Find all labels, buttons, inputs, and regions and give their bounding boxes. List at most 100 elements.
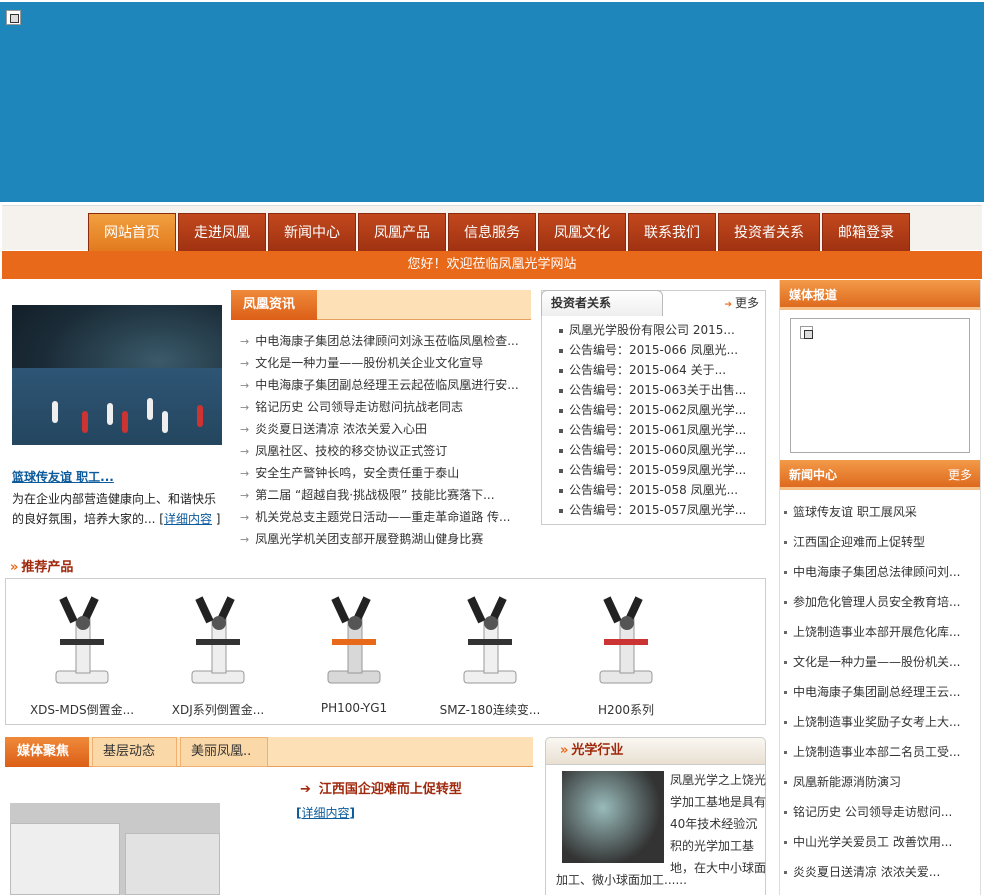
list-item[interactable]: 中电海康子集团总法律顾问刘...	[784, 557, 978, 587]
list-item[interactable]: → 炎炎夏日送清凉 浓浓关爱入心田	[240, 418, 525, 440]
bullet-icon	[784, 841, 787, 844]
optics-industry-header: » 光学行业	[545, 737, 766, 765]
nav-item[interactable]: 信息服务	[448, 213, 536, 251]
microscope-icon	[191, 596, 245, 684]
nav-item[interactable]: 邮箱登录	[822, 213, 910, 251]
list-item-text: 公告编号：2015-066 凤凰光...	[569, 343, 739, 357]
bullet-icon	[559, 368, 563, 373]
arrow-right-icon: →	[240, 357, 250, 370]
tab-grassroots[interactable]: 基层动态	[92, 737, 177, 767]
list-item[interactable]: 参加危化管理人员安全教育培...	[784, 587, 978, 617]
player-figure	[52, 401, 58, 423]
list-item[interactable]: 公告编号：2015-057凤凰光学...	[559, 500, 746, 520]
broken-image-icon	[6, 10, 21, 25]
list-item[interactable]: 公告编号：2015-060凤凰光学...	[559, 440, 746, 460]
recommended-products-title: » 推荐产品	[10, 556, 73, 575]
bullet-icon	[559, 448, 563, 453]
list-item[interactable]: → 安全生产警钟长鸣，安全责任重于泰山	[240, 462, 525, 484]
lenses-photo[interactable]	[562, 771, 664, 863]
list-item[interactable]: 公告编号：2015-066 凤凰光...	[559, 340, 746, 360]
list-item[interactable]: 公告编号：2015-062凤凰光学...	[559, 400, 746, 420]
list-item[interactable]: → 中电海康子集团副总经理王云起莅临凤凰进行安...	[240, 374, 525, 396]
list-item[interactable]: 篮球传友谊 职工展风采	[784, 497, 978, 527]
investor-more-text: 更多	[734, 296, 759, 310]
list-item-text: 篮球传友谊 职工展风采	[793, 505, 917, 519]
list-item[interactable]: 凤凰光学股份有限公司 2015...	[559, 320, 746, 340]
bullet-icon	[784, 661, 787, 664]
list-item[interactable]: 凤凰新能源消防演习	[784, 767, 978, 797]
tab-phoenix-news[interactable]: 凤凰资讯	[231, 290, 317, 320]
list-item[interactable]: 公告编号：2015-058 凤凰光...	[559, 480, 746, 500]
list-item-text: 中电海康子集团总法律顾问刘...	[793, 565, 961, 579]
investor-more-link[interactable]: ➔ 更多	[724, 294, 759, 311]
list-item-text: 公告编号：2015-057凤凰光学...	[569, 503, 747, 517]
product-item[interactable]: XDS-MDS倒置金...	[22, 579, 142, 724]
basketball-photo[interactable]	[12, 305, 222, 445]
news-center-more-link[interactable]: 更多	[948, 460, 972, 490]
nav-item[interactable]: 走进凤凰	[178, 213, 266, 251]
focus-headline-text: 江西国企迎难而上促转型	[318, 782, 462, 797]
list-item-text: 公告编号：2015-058 凤凰光...	[569, 483, 739, 497]
list-item[interactable]: 铭记历史 公司领导走访慰问...	[784, 797, 978, 827]
nav-item[interactable]: 凤凰文化	[538, 213, 626, 251]
top-banner	[0, 2, 984, 202]
nav-item[interactable]: 投资者关系	[718, 213, 820, 251]
list-item-text: 文化是一种力量——股份机关企业文化宣导	[255, 356, 484, 370]
arrow-right-icon: ➔	[724, 300, 732, 310]
product-item[interactable]: PH100-YG1	[294, 579, 414, 724]
factory-building	[10, 823, 120, 895]
list-item[interactable]: → 中电海康子集团总法律顾问刘泳玉莅临凤凰检查...	[240, 330, 525, 352]
tab-beautiful-phoenix[interactable]: 美丽凤凰..	[180, 737, 268, 767]
list-item[interactable]: 公告编号：2015-059凤凰光学...	[559, 460, 746, 480]
list-item[interactable]: → 凤凰光学机关团支部开展登鹅湖山健身比赛	[240, 528, 525, 550]
media-report-header: 媒体报道	[780, 280, 980, 310]
list-item-text: 参加危化管理人员安全教育培...	[793, 595, 961, 609]
product-item[interactable]: H200系列	[566, 579, 686, 724]
bullet-icon	[784, 751, 787, 754]
list-item-text: 上饶制造事业本部二名员工受...	[793, 745, 961, 759]
list-item[interactable]: 文化是一种力量——股份机关...	[784, 647, 978, 677]
list-item[interactable]: 公告编号：2015-064 关于...	[559, 360, 746, 380]
feature-title-link[interactable]: 篮球传友谊 职工...	[12, 468, 114, 485]
list-item-text: 凤凰社区、技校的移交协议正式签订	[255, 444, 448, 458]
list-item-text: 公告编号：2015-063关于出售...	[569, 383, 747, 397]
main-navbar: 网站首页 走进凤凰 新闻中心 凤凰产品 信息服务 凤凰文化 联系我们 投资者关系 邮箱登录	[2, 205, 982, 251]
tab-media-focus[interactable]: 媒体聚焦	[5, 737, 89, 767]
list-item[interactable]: → 第二届 “超越自我·挑战极限” 技能比赛落下...	[240, 484, 525, 506]
nav-item[interactable]: 联系我们	[628, 213, 716, 251]
product-caption: PH100-YG1	[320, 701, 388, 715]
nav-item[interactable]: 凤凰产品	[358, 213, 446, 251]
product-caption: XDJ系列倒置金...	[171, 703, 265, 717]
list-item[interactable]: 公告编号：2015-061凤凰光学...	[559, 420, 746, 440]
list-item[interactable]: 上饶制造事业奖励子女考上大...	[784, 707, 978, 737]
feature-detail-link[interactable]: 详细内容	[164, 512, 212, 526]
microscope-icon	[463, 596, 517, 684]
nav-item[interactable]: 网站首页	[88, 213, 176, 251]
player-figure	[197, 405, 203, 427]
list-item[interactable]: 炎炎夏日送清凉 浓浓关爱...	[784, 857, 978, 887]
list-item[interactable]: 中山光学关爱员工 改善饮用...	[784, 827, 978, 857]
list-item[interactable]: → 文化是一种力量——股份机关企业文化宣导	[240, 352, 525, 374]
products-title-text: 推荐产品	[21, 560, 74, 575]
news-center-title: 新闻中心	[789, 468, 838, 482]
tab-investor-relations[interactable]: 投资者关系	[541, 290, 663, 316]
list-item[interactable]: 上饶制造事业本部开展危化库...	[784, 617, 978, 647]
factory-photo[interactable]	[10, 803, 220, 895]
product-item[interactable]: XDJ系列倒置金...	[158, 579, 278, 724]
product-item[interactable]: SMZ-180连续变...	[430, 579, 550, 724]
list-item[interactable]: → 凤凰社区、技校的移交协议正式签订	[240, 440, 525, 462]
list-item[interactable]: 公告编号：2015-063关于出售...	[559, 380, 746, 400]
nav-item[interactable]: 新闻中心	[268, 213, 356, 251]
list-item[interactable]: 上饶制造事业本部二名员工受...	[784, 737, 978, 767]
list-item-text: 凤凰光学机关团支部开展登鹅湖山健身比赛	[255, 532, 484, 546]
list-item-text: 炎炎夏日送清凉 浓浓关爱入心田	[255, 422, 428, 436]
list-item[interactable]: 江西国企迎难而上促转型	[784, 527, 978, 557]
list-item[interactable]: 中电海康子集团副总经理王云...	[784, 677, 978, 707]
media-report-title: 媒体报道	[789, 288, 838, 302]
focus-headline[interactable]: ➔ 江西国企迎难而上促转型	[300, 778, 462, 797]
list-item-text: 安全生产警钟长鸣，安全责任重于泰山	[255, 466, 460, 480]
list-item-text: 公告编号：2015-059凤凰光学...	[569, 463, 747, 477]
focus-detail-link[interactable]: 详细内容	[301, 806, 349, 820]
list-item[interactable]: → 机关党总支主题党日活动——重走革命道路 传...	[240, 506, 525, 528]
list-item[interactable]: → 铭记历史 公司领导走访慰问抗战老同志	[240, 396, 525, 418]
